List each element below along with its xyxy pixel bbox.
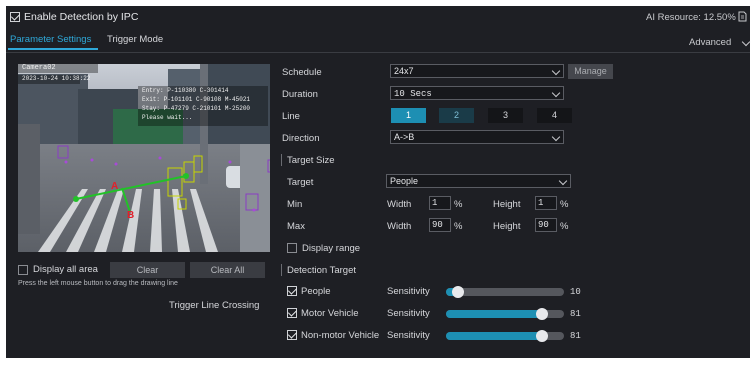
direction-label: Direction [282, 133, 320, 144]
stats-status: Please wait... [142, 114, 193, 121]
target-label: Target [287, 177, 314, 188]
target-size-title: Target Size [287, 155, 335, 166]
duration-label: Duration [282, 89, 318, 100]
document-icon[interactable] [738, 11, 747, 22]
clear-all-button[interactable]: Clear All [190, 262, 265, 278]
tab-parameter-settings[interactable]: Parameter Settings [10, 34, 91, 45]
motor-vehicle-sensitivity-slider[interactable] [446, 308, 564, 320]
advanced-toggle[interactable]: Advanced [689, 37, 731, 48]
duration-select[interactable]: 10 Secs [390, 86, 564, 100]
people-checkbox[interactable] [287, 286, 297, 296]
line-label: Line [282, 111, 300, 122]
max-width-label: Width [387, 221, 412, 232]
duration-value: 10 Secs [394, 89, 432, 99]
min-height-label: Height [493, 199, 521, 210]
people-label: People [301, 286, 331, 297]
chevron-down-icon [558, 176, 568, 186]
enable-detection-label: Enable Detection by IPC [24, 11, 139, 23]
slider-knob[interactable] [535, 330, 548, 342]
video-preview[interactable]: Camera02 2023-10-24 10:38:22 Entry: P-11… [18, 64, 270, 252]
max-width-percent: % [454, 221, 463, 232]
non-motor-vehicle-label: Non-motor Vehicle [301, 330, 380, 341]
active-tab-indicator [8, 48, 98, 50]
max-height-percent: % [560, 221, 569, 232]
timestamp-overlay: 2023-10-24 10:38:22 [22, 75, 91, 82]
min-width-input[interactable]: 1 [429, 196, 451, 210]
max-height-input[interactable]: 90 [535, 218, 557, 232]
motor-vehicle-sensitivity-value: 81 [570, 309, 581, 319]
non-motor-vehicle-sensitivity-value: 81 [570, 331, 581, 341]
manage-button[interactable]: Manage [568, 64, 613, 79]
max-label: Max [287, 221, 305, 232]
schedule-value: 24x7 [394, 66, 414, 76]
target-select[interactable]: People [386, 174, 571, 188]
clear-button[interactable]: Clear [110, 262, 185, 278]
line-2-button[interactable]: 2 [439, 108, 474, 123]
non-motor-vehicle-sensitivity-label: Sensitivity [387, 330, 430, 341]
chevron-down-icon[interactable] [741, 37, 751, 47]
chevron-down-icon [551, 88, 561, 98]
min-width-label: Width [387, 199, 412, 210]
schedule-label: Schedule [282, 67, 322, 78]
slider-fill [446, 310, 542, 318]
enable-detection-checkbox[interactable] [10, 12, 20, 22]
non-motor-vehicle-sensitivity-slider[interactable] [446, 330, 564, 342]
display-all-area-checkbox[interactable] [18, 265, 28, 275]
display-all-area-label: Display all area [33, 264, 98, 275]
point-a-label: A [111, 181, 119, 192]
min-height-percent: % [560, 199, 569, 210]
display-range-label: Display range [302, 243, 361, 254]
chevron-down-icon [551, 132, 561, 142]
point-b-label: B [127, 210, 135, 221]
tab-divider [6, 52, 750, 53]
target-value: People [390, 176, 419, 186]
direction-value: A->B [394, 132, 415, 142]
min-label: Min [287, 199, 303, 210]
tab-trigger-mode[interactable]: Trigger Mode [107, 34, 163, 45]
stats-entry: Entry: P-110380 C-301414 [142, 87, 229, 94]
direction-select[interactable]: A->B [390, 130, 564, 144]
slider-fill [446, 332, 542, 340]
display-range-checkbox[interactable] [287, 243, 297, 253]
stats-stay: Stay: P-47279 C-210101 M-25200 [142, 105, 251, 112]
ai-resource-text: AI Resource: 12.50% [646, 12, 736, 23]
trigger-line-crossing-caption: Trigger Line Crossing [169, 300, 260, 311]
schedule-select[interactable]: 24x7 [390, 64, 564, 78]
detection-target-marker [281, 264, 282, 276]
chevron-down-icon [551, 66, 561, 76]
line-3-button[interactable]: 3 [488, 108, 523, 123]
detection-panel: Enable Detection by IPC AI Resource: 12.… [6, 6, 751, 358]
slider-knob[interactable] [451, 286, 464, 298]
line-1-button[interactable]: 1 [391, 108, 426, 123]
min-height-input[interactable]: 1 [535, 196, 557, 210]
motor-vehicle-sensitivity-label: Sensitivity [387, 308, 430, 319]
target-size-marker [281, 154, 282, 166]
min-width-percent: % [454, 199, 463, 210]
people-sensitivity-slider[interactable] [446, 286, 564, 298]
max-width-input[interactable]: 90 [429, 218, 451, 232]
line-4-button[interactable]: 4 [537, 108, 572, 123]
max-height-label: Height [493, 221, 521, 232]
drawing-hint: Press the left mouse button to drag the … [18, 280, 178, 287]
stats-exit: Exit: P-101101 C-90108 M-45021 [142, 96, 251, 103]
non-motor-vehicle-checkbox[interactable] [287, 330, 297, 340]
motor-vehicle-label: Motor Vehicle [301, 308, 359, 319]
slider-knob[interactable] [535, 308, 548, 320]
people-sensitivity-value: 10 [570, 287, 581, 297]
camera-name-overlay: Camera02 [22, 64, 56, 72]
people-sensitivity-label: Sensitivity [387, 286, 430, 297]
motor-vehicle-checkbox[interactable] [287, 308, 297, 318]
detection-target-title: Detection Target [287, 265, 357, 276]
